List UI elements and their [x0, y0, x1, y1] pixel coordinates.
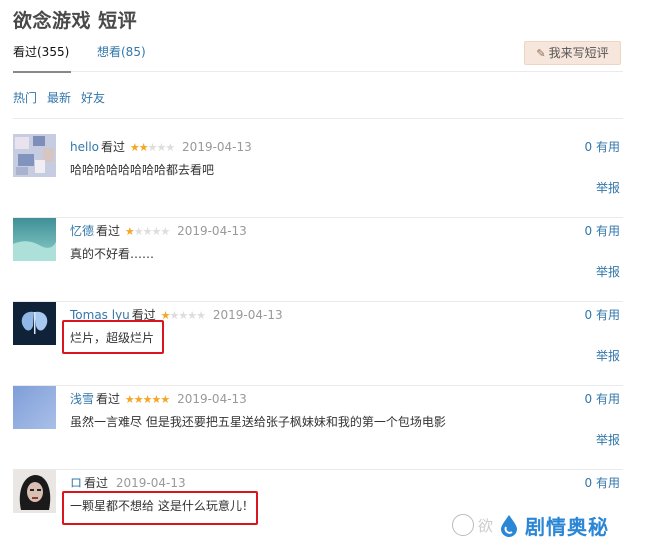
comment-item: 忆德 看过 ★★★★★ 2019-04-13 真的不好看…… 0 有用 举报 [13, 218, 623, 302]
filter-friends[interactable]: 好友 [81, 91, 105, 105]
report-link[interactable]: 举报 [596, 179, 620, 196]
useful-vote[interactable]: 0 有用 [585, 222, 620, 239]
tab-watched[interactable]: 看过(355) [13, 44, 72, 73]
username-link[interactable]: 浅雪 [70, 392, 94, 406]
avatar[interactable] [13, 134, 56, 177]
useful-vote[interactable]: 0 有用 [585, 474, 620, 491]
rating-stars: ★★★★★ [160, 309, 206, 322]
pencil-icon: ✎ [536, 47, 546, 60]
filter-latest[interactable]: 最新 [47, 91, 71, 105]
report-link[interactable]: 举报 [596, 347, 620, 364]
filter-hot[interactable]: 热门 [13, 91, 37, 105]
comment-text: 真的不好看…… [70, 247, 155, 261]
write-review-label: 我来写短评 [548, 46, 609, 60]
comment-date: 2019-04-13 [115, 476, 186, 490]
report-link[interactable]: 举报 [596, 263, 620, 280]
comment-date: 2019-04-13 [182, 140, 252, 154]
useful-vote[interactable]: 0 有用 [585, 138, 620, 155]
watermark-text: 剧情奥秘 [525, 514, 610, 539]
write-review-button[interactable]: ✎ 我来写短评 [524, 41, 621, 65]
sort-filters: 热门 最新 好友 [13, 89, 115, 106]
useful-vote[interactable]: 0 有用 [585, 390, 620, 407]
rating-stars: ★★★★★ [124, 225, 170, 238]
avatar[interactable] [13, 386, 56, 429]
wechat-icon [452, 514, 474, 536]
watch-status: 看过 [101, 140, 126, 154]
highlight-box [62, 320, 164, 354]
watermark-faded-text: 欲 [478, 516, 494, 535]
username-link[interactable]: ロ [70, 476, 82, 490]
avatar[interactable] [13, 470, 56, 513]
water-drop-logo-icon [501, 515, 518, 537]
username-link[interactable]: hello [70, 140, 99, 154]
comment-item: 浅雪 看过 ★★★★★ 2019-04-13 虽然一言难尽 但是我还要把五星送给张… [13, 386, 623, 470]
highlight-box [62, 491, 258, 525]
comment-item: hello 看过 ★★★★★ 2019-04-13 哈哈哈哈哈哈哈哈都去看吧 0 … [13, 134, 623, 218]
comment-text: 哈哈哈哈哈哈哈哈都去看吧 [70, 163, 215, 177]
comment-date: 2019-04-13 [177, 392, 247, 406]
avatar[interactable] [13, 302, 56, 345]
rating-stars: ★★★★★ [129, 141, 175, 154]
username-link[interactable]: 忆德 [70, 224, 94, 238]
watch-status: 看过 [84, 476, 109, 490]
watermark: 欲 剧情奥秘 [452, 507, 609, 543]
rating-stars: ★★★★★ [124, 393, 170, 406]
avatar[interactable] [13, 218, 56, 261]
report-link[interactable]: 举报 [596, 431, 620, 448]
watch-status: 看过 [96, 392, 121, 406]
comment-date: 2019-04-13 [177, 224, 247, 238]
useful-vote[interactable]: 0 有用 [585, 306, 620, 323]
page-title: 欲念游戏 短评 [13, 10, 138, 32]
comment-text: 虽然一言难尽 但是我还要把五星送给张子枫妹妹和我的第一个包场电影 [70, 415, 446, 429]
tab-want-to-watch[interactable]: 想看(85) [97, 44, 146, 72]
divider [13, 118, 623, 119]
watch-status: 看过 [96, 224, 121, 238]
comment-date: 2019-04-13 [212, 308, 283, 322]
